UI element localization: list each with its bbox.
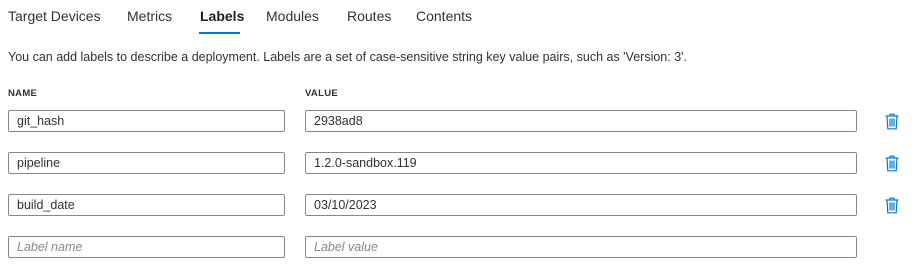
trash-icon: [885, 113, 899, 129]
tab-labels[interactable]: Labels: [200, 8, 244, 24]
active-tab-indicator: [199, 32, 240, 34]
label-name-field[interactable]: [8, 152, 285, 174]
name-column-header: NAME: [8, 88, 38, 99]
trash-icon: [885, 197, 899, 213]
label-value-field[interactable]: [305, 194, 857, 216]
delete-label-button[interactable]: [882, 153, 902, 173]
label-name-field[interactable]: [8, 110, 285, 132]
tab-target-devices[interactable]: Target Devices: [8, 8, 101, 24]
tab-modules[interactable]: Modules: [266, 8, 319, 24]
tab-routes[interactable]: Routes: [347, 8, 391, 24]
new-label-name-field[interactable]: [8, 236, 285, 258]
tab-bar: Target Devices Metrics Labels Modules Ro…: [0, 0, 923, 34]
tab-metrics[interactable]: Metrics: [127, 8, 172, 24]
delete-label-button[interactable]: [882, 195, 902, 215]
value-column-header: VALUE: [305, 88, 338, 99]
delete-label-button[interactable]: [882, 111, 902, 131]
labels-description: You can add labels to describe a deploym…: [8, 50, 688, 64]
trash-icon: [885, 155, 899, 171]
label-value-field[interactable]: [305, 110, 857, 132]
tab-contents[interactable]: Contents: [416, 8, 472, 24]
label-value-field[interactable]: [305, 152, 857, 174]
new-label-value-field[interactable]: [305, 236, 857, 258]
label-name-field[interactable]: [8, 194, 285, 216]
